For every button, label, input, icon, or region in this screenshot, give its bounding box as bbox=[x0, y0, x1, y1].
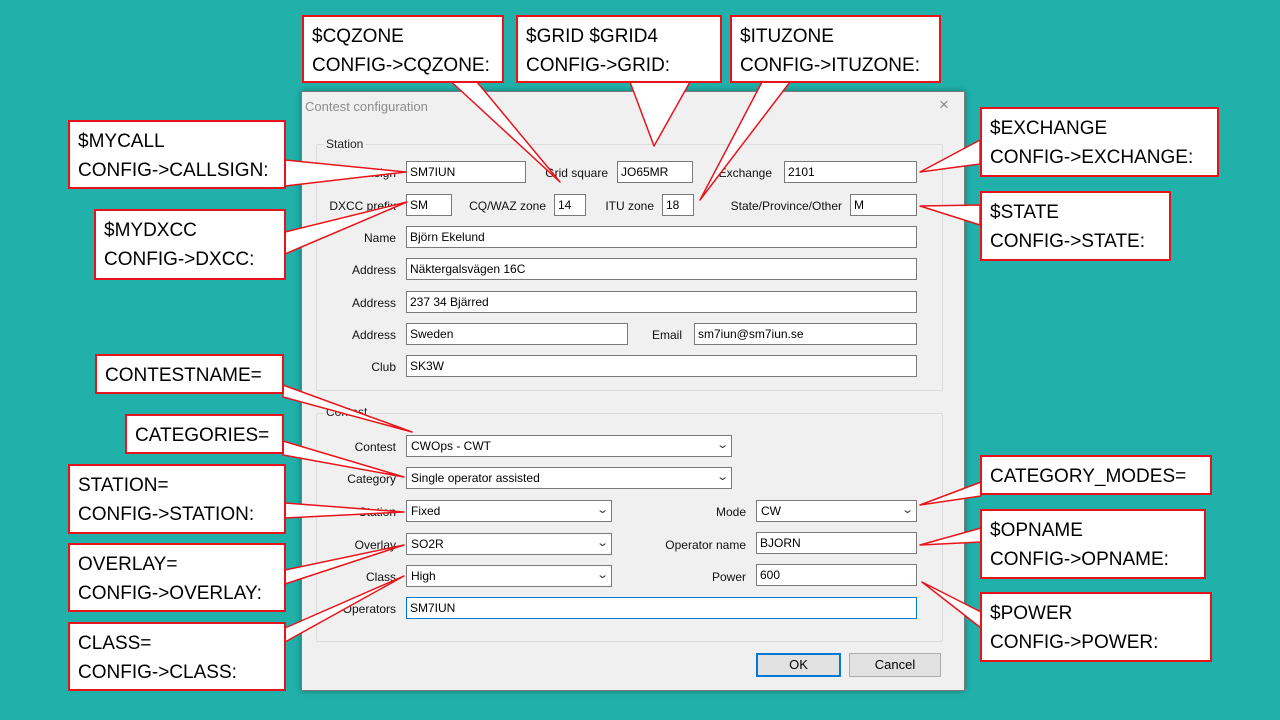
category-label: Category bbox=[347, 472, 396, 486]
address3-field[interactable]: Sweden bbox=[406, 323, 628, 345]
exchange-label: Exchange bbox=[718, 166, 772, 180]
operators-label: Operators bbox=[342, 602, 396, 616]
station-value: Fixed bbox=[411, 504, 441, 518]
operator-name-field[interactable]: BJORN bbox=[756, 532, 917, 554]
overlay-dropdown[interactable]: SO2R ⌄ bbox=[406, 533, 612, 555]
chevron-down-icon: ⌄ bbox=[595, 537, 609, 549]
name-label: Name bbox=[363, 231, 396, 245]
mode-label: Mode bbox=[715, 505, 746, 519]
callout-mycall: $MYCALL CONFIG->CALLSIGN: bbox=[68, 120, 286, 189]
cq-waz-zone-label: CQ/WAZ zone bbox=[469, 199, 546, 213]
address3-label: Address bbox=[351, 328, 396, 342]
close-icon[interactable]: × bbox=[934, 95, 954, 115]
callout-contestname: CONTESTNAME= bbox=[95, 354, 284, 394]
power-field[interactable]: 600 bbox=[756, 564, 917, 586]
callsign-field[interactable]: SM7IUN bbox=[406, 161, 526, 183]
cq-waz-zone-field[interactable]: 14 bbox=[554, 194, 586, 216]
contest-value: CWOps - CWT bbox=[411, 439, 491, 453]
callout-ituzone: $ITUZONE CONFIG->ITUZONE: bbox=[730, 15, 941, 83]
station-label: Station bbox=[358, 505, 396, 519]
callout-mydxcc: $MYDXCC CONFIG->DXCC: bbox=[94, 209, 286, 280]
callout-cqzone: $CQZONE CONFIG->CQZONE: bbox=[302, 15, 504, 83]
station-group-label: Station bbox=[324, 137, 366, 151]
exchange-field[interactable]: 2101 bbox=[784, 161, 917, 183]
chevron-down-icon: ⌄ bbox=[715, 439, 729, 451]
power-label: Power bbox=[711, 570, 746, 584]
itu-zone-label: ITU zone bbox=[605, 199, 654, 213]
grid-square-field[interactable]: JO65MR bbox=[617, 161, 693, 183]
cancel-button[interactable]: Cancel bbox=[849, 653, 941, 677]
mode-dropdown[interactable]: CW ⌄ bbox=[756, 500, 917, 522]
callout-exchange: $EXCHANGE CONFIG->EXCHANGE: bbox=[980, 107, 1219, 177]
contest-label: Contest bbox=[354, 440, 396, 454]
class-dropdown[interactable]: High ⌄ bbox=[406, 565, 612, 587]
overlay-label: Overlay bbox=[354, 538, 396, 552]
callout-overlay: OVERLAY= CONFIG->OVERLAY: bbox=[68, 543, 286, 612]
grid-square-label: Grid square bbox=[545, 166, 608, 180]
category-dropdown[interactable]: Single operator assisted ⌄ bbox=[406, 467, 732, 489]
operator-name-label: Operator name bbox=[665, 538, 746, 552]
contest-dropdown[interactable]: CWOps - CWT ⌄ bbox=[406, 435, 732, 457]
callout-power: $POWER CONFIG->POWER: bbox=[980, 592, 1212, 662]
address1-label: Address bbox=[351, 263, 396, 277]
callout-categories: CATEGORIES= bbox=[125, 414, 284, 454]
chevron-down-icon: ⌄ bbox=[715, 471, 729, 483]
callout-opname: $OPNAME CONFIG->OPNAME: bbox=[980, 509, 1206, 579]
club-field[interactable]: SK3W bbox=[406, 355, 917, 377]
state-label: State/Province/Other bbox=[730, 199, 842, 213]
email-field[interactable]: sm7iun@sm7iun.se bbox=[694, 323, 917, 345]
overlay-value: SO2R bbox=[411, 537, 444, 551]
state-field[interactable]: M bbox=[850, 194, 917, 216]
station-dropdown[interactable]: Fixed ⌄ bbox=[406, 500, 612, 522]
class-label: Class bbox=[365, 570, 396, 584]
category-value: Single operator assisted bbox=[411, 471, 540, 485]
class-value: High bbox=[411, 569, 436, 583]
callout-state: $STATE CONFIG->STATE: bbox=[980, 191, 1171, 261]
chevron-down-icon: ⌄ bbox=[595, 569, 609, 581]
email-label: Email bbox=[651, 328, 682, 342]
callout-category-modes: CATEGORY_MODES= bbox=[980, 455, 1212, 495]
mode-value: CW bbox=[761, 504, 781, 518]
dialog-title: Contest configuration bbox=[305, 99, 428, 114]
callsign-label: Callsign bbox=[353, 166, 396, 180]
chevron-down-icon: ⌄ bbox=[900, 504, 914, 516]
callout-station: STATION= CONFIG->STATION: bbox=[68, 464, 286, 534]
club-label: Club bbox=[371, 360, 396, 374]
dxcc-prefix-field[interactable]: SM bbox=[406, 194, 452, 216]
contest-group-label: Contest bbox=[324, 405, 370, 419]
address2-label: Address bbox=[351, 296, 396, 310]
address1-field[interactable]: Näktergalsvägen 16C bbox=[406, 258, 917, 280]
ok-button[interactable]: OK bbox=[756, 653, 841, 677]
callout-class: CLASS= CONFIG->CLASS: bbox=[68, 622, 286, 691]
address2-field[interactable]: 237 34 Bjärred bbox=[406, 291, 917, 313]
operators-field[interactable]: SM7IUN bbox=[406, 597, 917, 619]
name-field[interactable]: Björn Ekelund bbox=[406, 226, 917, 248]
itu-zone-field[interactable]: 18 bbox=[662, 194, 694, 216]
chevron-down-icon: ⌄ bbox=[595, 504, 609, 516]
callout-grid: $GRID $GRID4 CONFIG->GRID: bbox=[516, 15, 722, 83]
dxcc-prefix-label: DXCC prefix bbox=[329, 199, 396, 213]
